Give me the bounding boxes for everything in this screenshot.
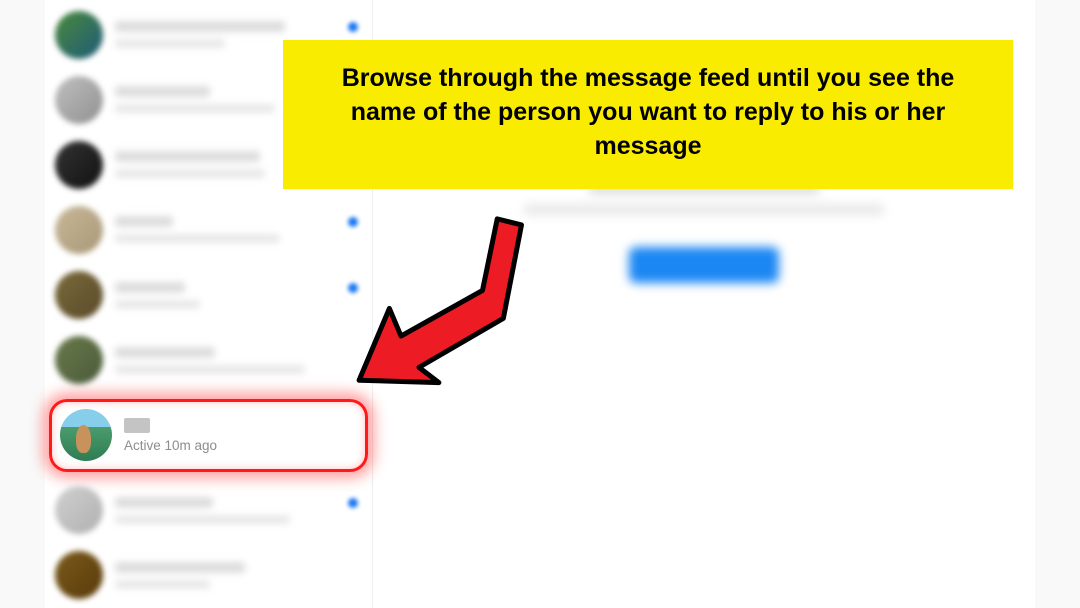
chat-list-item[interactable] [45,328,372,393]
avatar [55,11,103,59]
chat-preview [115,515,290,524]
chat-name [115,216,173,227]
chat-name [115,21,285,32]
avatar [55,271,103,319]
avatar [55,206,103,254]
chat-name [115,86,210,97]
avatar [55,336,103,384]
chat-list-item[interactable] [45,543,372,608]
chat-list-item-highlighted[interactable]: Active 10m ago [49,399,368,472]
chat-preview [115,580,210,589]
chat-list-item[interactable] [45,478,372,543]
avatar [60,409,112,461]
avatar [55,551,103,599]
instruction-callout: Browse through the message feed until yo… [283,40,1013,189]
chat-list-item[interactable] [45,197,372,262]
chat-name [115,347,215,358]
chat-preview [115,169,265,178]
chat-preview [115,104,275,113]
chat-name-redacted [124,418,150,433]
chat-preview [115,234,280,243]
chat-preview [115,39,225,48]
avatar [55,486,103,534]
unread-indicator-icon [348,22,358,32]
avatar [55,141,103,189]
chat-preview [115,300,200,309]
chat-name [115,282,185,293]
chat-name [115,497,213,508]
chat-name [115,151,260,162]
avatar [55,76,103,124]
chat-list-item[interactable] [45,263,372,328]
primary-action-button[interactable] [629,247,779,283]
unread-indicator-icon [348,498,358,508]
empty-state-subtitle [524,204,884,215]
chat-active-status: Active 10m ago [124,438,357,453]
chat-name [115,562,245,573]
chat-preview [115,365,305,374]
